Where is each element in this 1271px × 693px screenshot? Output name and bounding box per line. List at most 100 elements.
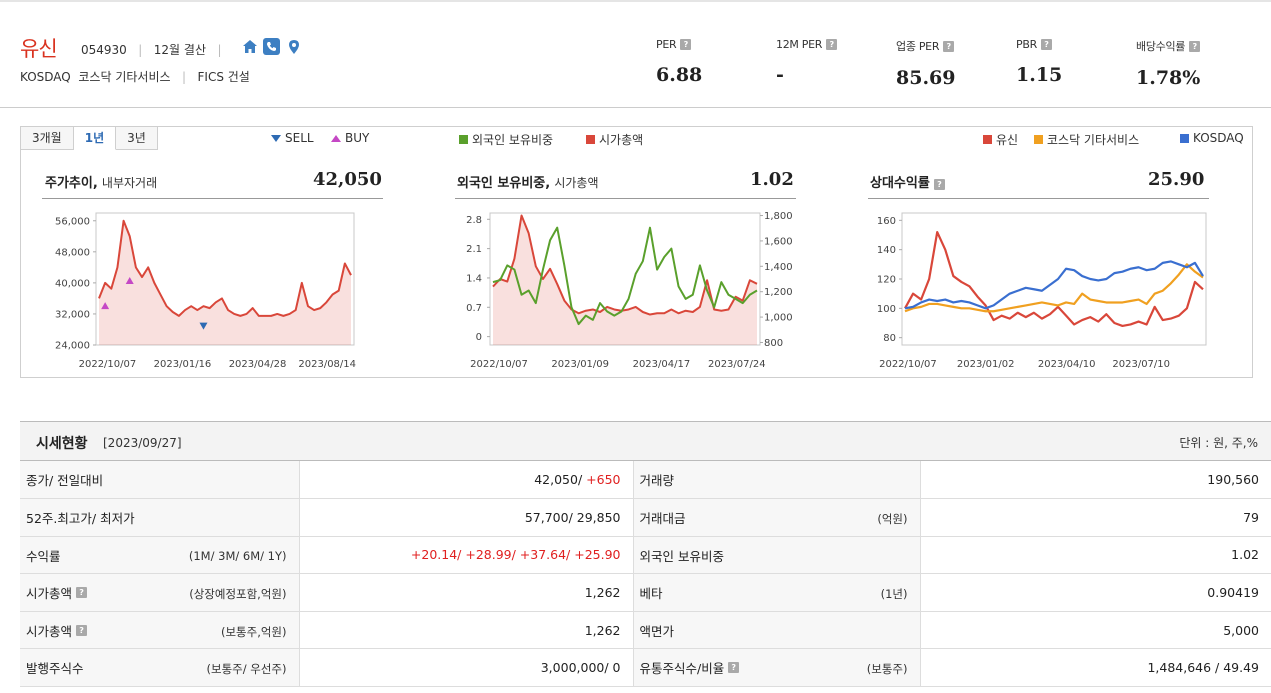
header-divider [0,107,1271,108]
sell-marker-icon [271,134,281,142]
y-tick-label-right: 800 [764,338,783,349]
x-tick-label: 2023/04/17 [633,359,691,370]
top-border [0,0,1271,2]
row-value: 1,484,646 / 49.49 [920,648,1271,688]
foreign-chart-title: 외국인 보유비중, 시가총액 [457,172,599,191]
red-square-icon [983,135,992,144]
row-note: (1년) [880,587,908,602]
table-row: 시가총액? (보통주,억원) 1,262 액면가 5,000 [20,611,1271,650]
period-tabs: 3개월 1년 3년 [20,126,158,150]
help-icon[interactable]: ? [728,662,740,674]
metric-12m-per: 12M PER? - [776,38,838,86]
table-row: 발행주식수 (보통주/ 우선주) 3,000,000/ 0 유통주식수/비율? (보통주… [20,648,1271,688]
tab-1-year[interactable]: 1년 [73,126,117,150]
value-change: +650 [586,472,621,488]
fics-sector: FICS 건설 [197,70,250,84]
legend-label: BUY [345,131,370,145]
green-square-icon [459,135,468,144]
row-value: 190,560 [920,461,1271,500]
row-label-cell: 52주.최고가/ 최저가 [20,498,300,537]
chart-title-main: 주가추이, [45,176,98,191]
legend-kosdaq: KOSDAQ [1180,131,1244,145]
metric-label: 배당수익률 [1136,40,1186,53]
x-tick-label: 2023/07/24 [708,359,766,370]
price-chart: 56,000 48,000 40,000 32,000 24,000 2022/10/07… [55,212,356,370]
metric-value: - [776,64,784,86]
blue-square-icon [1180,133,1189,143]
metric-pbr: PBR? 1.15 [1016,38,1062,86]
help-icon[interactable]: ? [76,587,88,599]
row-label: 유통주식수/비율 [639,661,725,677]
row-label: 발행주식수 [26,661,84,677]
x-tick-label: 2023/08/14 [298,359,356,370]
row-value: 42,050/ +650 [299,461,634,500]
metric-value: 85.69 [896,67,956,89]
tab-3-years[interactable]: 3년 [116,126,158,150]
legend-label: 외국인 보유비중 [472,133,554,147]
legend-market-cap: 시가총액 [586,131,643,148]
y-tick-label-left: 0 [476,332,482,343]
company-links [241,38,302,55]
table-row: 수익률 (1M/ 3M/ 6M/ 1Y) +20.14/ +28.99/ +37.6… [20,536,1271,575]
table-row: 52주.최고가/ 최저가 57,700/ 29,850 거래대금 (억원) 79 [20,498,1271,537]
help-icon[interactable]: ? [1040,39,1052,50]
help-icon[interactable]: ? [76,624,88,636]
market-status-date: [2023/09/27] [103,436,182,450]
row-note: (보통주) [866,662,908,677]
y-tick-label: 120 [877,275,896,286]
legend-label: 유신 [996,133,1019,147]
company-name: 유신 [20,37,58,61]
row-label: 시가총액 [26,586,73,602]
market-name: KOSDAQ [20,70,71,84]
value-change: +20.14/ +28.99/ +37.64/ +25.90 [410,547,621,563]
home-icon[interactable] [241,38,258,55]
orange-square-icon [1034,135,1043,144]
row-label-cell: 발행주식수 (보통주/ 우선주) [20,648,300,688]
row-label: 시가총액 [26,623,73,639]
y-tick-label-left: 0.7 [466,303,482,314]
chart-title-divider [868,198,1209,199]
metric-label: PER [656,38,677,51]
row-note: (억원) [877,512,908,527]
help-icon[interactable]: ? [826,39,838,50]
metric-dividend-yield: 배당수익률? 1.78% [1136,38,1200,89]
market-status-title: 시세현황 [36,436,88,452]
row-label: 베타 [639,586,663,602]
value-text: 1,262 [584,622,621,638]
phone-icon[interactable] [263,38,280,55]
price-chart-title: 주가추이, 내부자거래 [45,172,157,191]
y-tick-label: 80 [883,333,896,344]
row-label-cell: 외국인 보유비중 [633,536,921,575]
row-label: 52주.최고가/ 최저가 [26,511,135,527]
row-label-cell: 시가총액? (보통주,억원) [20,611,300,650]
row-label: 거래대금 [639,511,686,527]
row-label-cell: 거래량 [633,461,921,500]
location-pin-icon[interactable] [285,38,302,55]
row-note: (상장예정포함,억원) [189,587,287,602]
y-tick-label-left: 2.8 [466,215,482,226]
metric-per: PER? 6.88 [656,38,702,86]
value-text: 1,262 [584,585,621,601]
y-tick-label: 140 [877,245,896,256]
row-value: +20.14/ +28.99/ +37.64/ +25.90 [299,536,634,575]
metric-label: 12M PER [776,38,823,51]
help-icon[interactable]: ? [1189,40,1201,52]
row-label-cell: 베타 (1년) [633,573,921,612]
help-icon[interactable]: ? [680,39,692,50]
legend-stock: 유신 [983,131,1018,148]
help-icon[interactable]: ? [943,40,955,52]
y-tick-label: 24,000 [55,341,90,352]
y-tick-label: 48,000 [55,247,90,258]
metric-sector-per: 업종 PER? 85.69 [896,38,956,89]
fiscal-month: 12월 결산 [153,43,206,57]
red-square-icon [586,135,595,144]
y-tick-label-right: 1,200 [764,287,793,298]
x-tick-label: 2022/10/07 [79,359,137,370]
row-value: 1,262 [299,611,634,650]
y-tick-label: 56,000 [55,216,90,227]
legend-buy: BUY [331,131,369,145]
help-icon[interactable]: ? [933,179,945,190]
tab-3-months[interactable]: 3개월 [20,126,74,150]
company-code-line: 054930 | 12월 결산 | [81,43,222,57]
foreign-chart-value: 1.02 [750,169,794,190]
